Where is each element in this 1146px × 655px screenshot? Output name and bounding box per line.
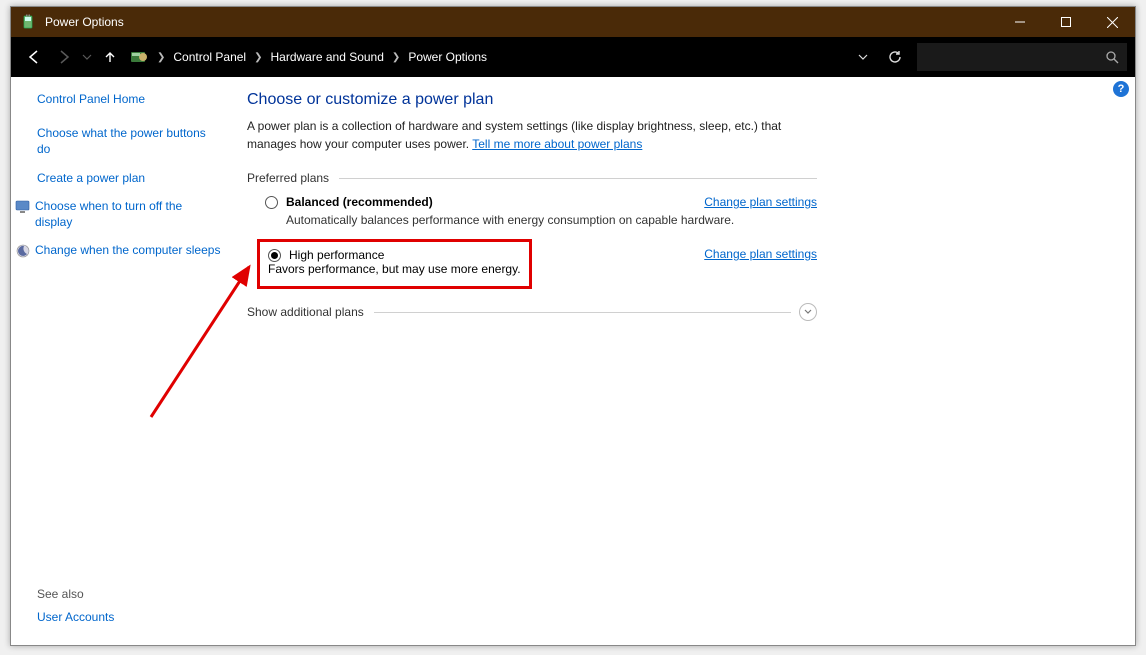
breadcrumb-control-panel[interactable]: Control Panel (171, 50, 248, 64)
high-performance-description: Favors performance, but may use more ene… (268, 262, 521, 276)
high-performance-radio[interactable] (268, 249, 281, 262)
back-button[interactable] (19, 42, 49, 72)
forward-button[interactable] (49, 42, 79, 72)
computer-sleeps-link[interactable]: Change when the computer sleeps (35, 242, 221, 258)
recent-dropdown[interactable] (79, 42, 95, 72)
plan-balanced: Balanced (recommended) Change plan setti… (265, 195, 817, 227)
minimize-button[interactable] (997, 7, 1043, 37)
refresh-button[interactable] (879, 41, 911, 73)
maximize-button[interactable] (1043, 7, 1089, 37)
search-input[interactable] (917, 43, 1127, 71)
chevron-right-icon: ❯ (386, 52, 406, 63)
moon-icon (15, 243, 31, 259)
main-panel: Choose or customize a power plan A power… (231, 77, 1135, 645)
search-icon (1105, 50, 1119, 64)
preferred-plans-header: Preferred plans (247, 171, 817, 185)
tell-me-more-link[interactable]: Tell me more about power plans (472, 137, 642, 151)
user-accounts-link[interactable]: User Accounts (37, 609, 221, 625)
window-title: Power Options (45, 15, 124, 29)
expand-icon[interactable] (799, 303, 817, 321)
breadcrumb-hardware-sound[interactable]: Hardware and Sound (269, 50, 386, 64)
preferred-plans-label: Preferred plans (247, 171, 339, 185)
app-icon (21, 14, 37, 30)
sidebar: Control Panel Home Choose what the power… (11, 77, 231, 645)
display-icon (15, 199, 31, 215)
balanced-description: Automatically balances performance with … (286, 213, 817, 227)
high-performance-label[interactable]: High performance (289, 248, 384, 262)
show-additional-plans-row[interactable]: Show additional plans (247, 303, 817, 321)
balanced-label[interactable]: Balanced (recommended) (286, 195, 433, 209)
navbar: ❯ Control Panel ❯ Hardware and Sound ❯ P… (11, 37, 1135, 77)
up-button[interactable] (95, 42, 125, 72)
divider (339, 178, 817, 179)
titlebar: Power Options (11, 7, 1135, 37)
close-button[interactable] (1089, 7, 1135, 37)
high-performance-change-settings-link[interactable]: Change plan settings (704, 247, 817, 261)
turn-off-display-label: Choose when to turn off the display (35, 199, 182, 229)
divider (374, 312, 791, 313)
create-power-plan-link[interactable]: Create a power plan (37, 170, 221, 186)
show-additional-label: Show additional plans (247, 305, 374, 319)
address-dropdown[interactable] (847, 41, 879, 73)
page-description: A power plan is a collection of hardware… (247, 117, 817, 153)
content-area: ? Control Panel Home Choose what the pow… (11, 77, 1135, 645)
balanced-radio[interactable] (265, 196, 278, 209)
control-panel-home-link[interactable]: Control Panel Home (37, 91, 221, 107)
power-buttons-link[interactable]: Choose what the power buttons do (37, 125, 221, 157)
chevron-right-icon: ❯ (151, 52, 171, 63)
breadcrumb-power-options[interactable]: Power Options (406, 50, 489, 64)
balanced-change-settings-link[interactable]: Change plan settings (704, 195, 817, 209)
chevron-right-icon: ❯ (248, 52, 268, 63)
power-options-window: Power Options ❯ Control Panel ❯ Hardware… (10, 6, 1136, 646)
location-icon (129, 46, 151, 68)
page-heading: Choose or customize a power plan (247, 91, 1095, 109)
computer-sleeps-label: Change when the computer sleeps (35, 243, 220, 257)
highlighted-box: High performance Favors performance, but… (257, 239, 532, 289)
see-also-label: See also (37, 587, 221, 601)
turn-off-display-link[interactable]: Choose when to turn off the display (35, 198, 221, 230)
